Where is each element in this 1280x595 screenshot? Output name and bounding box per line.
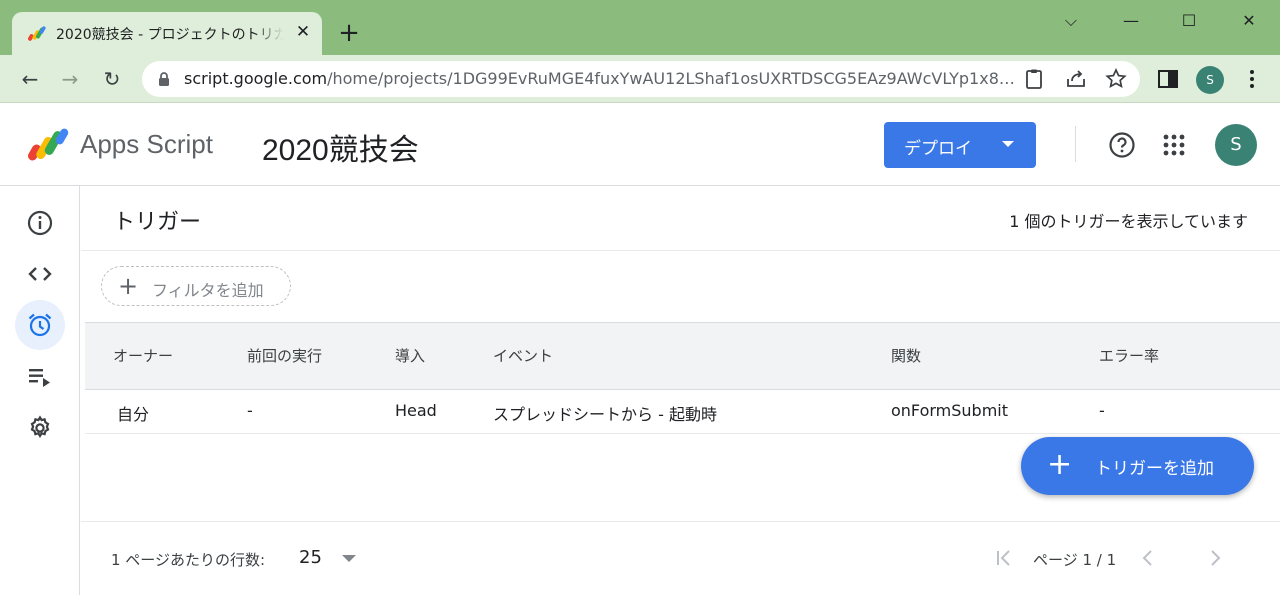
maximize-button[interactable]: ☐ (1176, 8, 1202, 34)
new-tab-button[interactable]: + (336, 20, 362, 46)
alarm-clock-icon (28, 313, 52, 337)
column-header-function[interactable]: 関数 (891, 345, 921, 366)
cell-last-run: - (247, 401, 253, 420)
bookmark-star-icon[interactable] (1104, 67, 1128, 91)
tab-close-icon[interactable]: ✕ (292, 21, 314, 43)
caret-down-icon[interactable] (342, 555, 356, 562)
rail-item-triggers[interactable] (15, 300, 65, 350)
triggers-page: トリガー 1 個のトリガーを表示しています + フィルタを追加 オーナー 前回の… (81, 186, 1280, 595)
app-name: Apps Script (80, 129, 213, 159)
back-button[interactable]: ← (16, 65, 44, 93)
gear-icon (30, 415, 50, 438)
plus-icon: + (118, 272, 139, 300)
browser-menu-icon[interactable] (1240, 67, 1264, 91)
add-trigger-button[interactable]: + トリガーを追加 (1021, 437, 1254, 495)
rail-item-overview[interactable] (15, 198, 65, 248)
footer-divider (81, 521, 1280, 522)
tab-title-fade (254, 20, 284, 48)
add-filter-button[interactable]: + フィルタを追加 (101, 266, 291, 306)
deploy-label: デプロイ (904, 139, 972, 159)
previous-page-icon[interactable] (1136, 546, 1160, 570)
url-path: /home/projects/1DG99EvRuMGE4fuxYwAU12LSh… (327, 69, 1015, 88)
app-header: Apps Script 2020競技会 デプロイ S (0, 103, 1280, 186)
browser-profile-avatar[interactable]: S (1196, 66, 1224, 94)
rail-item-executions[interactable] (15, 352, 65, 402)
apps-script-logo-icon (28, 128, 69, 161)
browser-tab[interactable]: 2020競技会 - プロジェクトのトリガー - Apps Script ✕ (12, 12, 322, 55)
table-header: オーナー 前回の実行 導入 イベント 関数 エラー率 (85, 322, 1280, 390)
url-text: script.google.com/home/projects/1DG99EvR… (184, 69, 1024, 88)
column-header-deployment[interactable]: 導入 (395, 345, 425, 366)
rows-per-page-select[interactable]: 25 (299, 547, 322, 568)
column-header-owner[interactable]: オーナー (113, 345, 173, 366)
lock-icon (159, 72, 169, 86)
caret-down-icon (1002, 141, 1014, 147)
project-title[interactable]: 2020競技会 (262, 125, 419, 169)
forward-button[interactable]: → (56, 65, 84, 93)
browser-toolbar: ← → ↻ script.google.com/home/projects/1D… (0, 55, 1280, 103)
cell-owner: 自分 (117, 405, 150, 424)
address-bar[interactable]: script.google.com/home/projects/1DG99EvR… (142, 61, 1140, 97)
apps-script-favicon-icon (28, 26, 46, 41)
rail-item-editor[interactable] (15, 249, 65, 299)
left-navigation-rail (0, 186, 80, 595)
code-icon (28, 267, 52, 281)
reload-button[interactable]: ↻ (98, 65, 126, 93)
cell-error-rate: - (1099, 401, 1105, 420)
info-icon (27, 210, 53, 236)
tab-search-chevron-icon[interactable]: ⌵ (1058, 8, 1084, 34)
deploy-button[interactable]: デプロイ (884, 122, 1036, 168)
account-avatar[interactable]: S (1215, 124, 1257, 166)
share-icon[interactable] (1064, 67, 1088, 91)
cell-event: スプレッドシートから - 起動時 (493, 405, 717, 424)
add-trigger-label: トリガーを追加 (1095, 459, 1214, 479)
url-host: script.google.com (184, 69, 328, 88)
header-divider (1075, 126, 1076, 162)
close-window-button[interactable]: ✕ (1236, 8, 1262, 34)
cell-deployment: Head (395, 401, 437, 420)
column-header-event[interactable]: イベント (493, 345, 553, 366)
help-icon[interactable] (1108, 131, 1136, 159)
rows-per-page-label: 1 ページあたりの行数: (111, 551, 266, 569)
browser-titlebar: 2020競技会 - プロジェクトのトリガー - Apps Script ✕ + … (0, 0, 1280, 55)
clipboard-icon[interactable] (1022, 67, 1046, 91)
trigger-count-text: 1 個のトリガーを表示しています (1009, 212, 1248, 231)
add-filter-label: フィルタを追加 (152, 281, 264, 300)
tab-title: 2020競技会 - プロジェクトのトリガー - Apps Script (56, 27, 284, 43)
column-header-last-run[interactable]: 前回の実行 (247, 345, 322, 366)
plus-icon: + (1047, 447, 1073, 482)
table-row[interactable]: 自分 - Head スプレッドシートから - 起動時 onFormSubmit … (85, 390, 1280, 434)
page-indicator: ページ 1 / 1 (1033, 551, 1117, 569)
next-page-icon[interactable] (1203, 546, 1227, 570)
column-header-error-rate[interactable]: エラー率 (1099, 345, 1159, 366)
google-apps-grid-icon[interactable] (1162, 133, 1186, 157)
cell-function: onFormSubmit (891, 401, 1008, 420)
title-divider (81, 250, 1280, 251)
page-title: トリガー (113, 210, 202, 235)
rail-item-settings[interactable] (15, 403, 65, 453)
first-page-icon[interactable] (992, 546, 1016, 570)
minimize-button[interactable]: — (1118, 8, 1144, 34)
side-panel-icon[interactable] (1156, 67, 1180, 91)
executions-icon (29, 369, 50, 387)
